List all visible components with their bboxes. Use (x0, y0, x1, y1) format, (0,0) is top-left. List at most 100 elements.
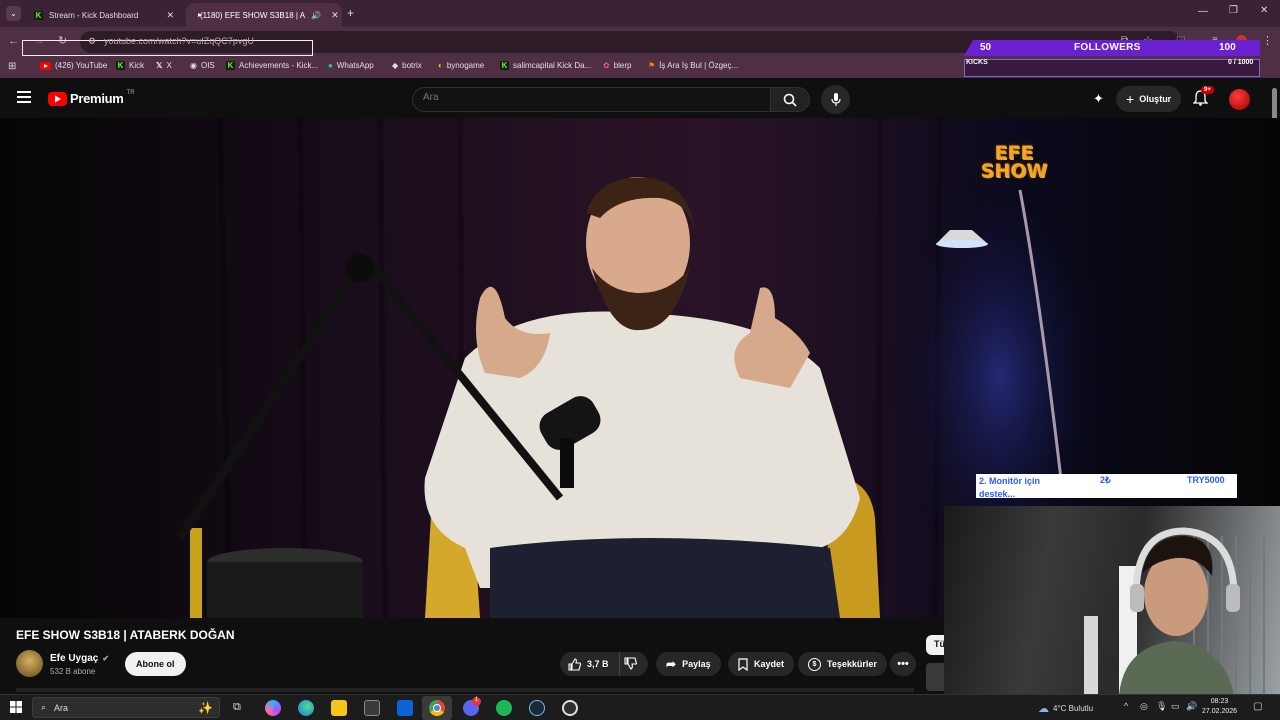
search-box[interactable] (412, 87, 770, 112)
webcam-feed (1084, 527, 1265, 695)
subscribe-label: Abone ol (136, 659, 175, 669)
bookmark-label: salimcapital Kick Da... (513, 61, 592, 70)
url-text[interactable]: youtube.com/watch?v=uIZqQC7pvgU (104, 36, 254, 46)
new-tab-icon[interactable]: + (347, 6, 354, 20)
donation-text: 2. Monitör için destek... (979, 476, 1041, 499)
tab-youtube-video[interactable]: (1180) EFE SHOW S3B18 | A 🔊 ✕ (186, 3, 342, 27)
bookmark-icon (738, 657, 748, 671)
kicks-progress-text: 0 / 1000 (1228, 59, 1254, 66)
search-input[interactable] (423, 92, 753, 103)
globe-icon: ◉ (190, 61, 197, 70)
games-icon[interactable]: ✦ (1093, 91, 1104, 107)
like-count: 3,7 B (587, 659, 609, 669)
clock[interactable]: 08:23 27.02.2026 (1202, 697, 1237, 717)
followers-goal: 100 (1219, 42, 1236, 53)
speaker-icon[interactable]: 🔊 (311, 11, 321, 20)
watermark-line2: SHOW (980, 160, 1048, 183)
youtube-icon (40, 61, 51, 70)
maximize-icon[interactable]: ❐ (1229, 5, 1238, 16)
copilot-icon[interactable] (265, 700, 281, 716)
bookmark-kick[interactable]: K Kick (116, 61, 144, 70)
tab-close-icon[interactable]: ✕ (166, 10, 174, 21)
chrome-menu-icon[interactable]: ⋮ (1262, 34, 1273, 47)
weather-text: 4°C Bulutlu (1053, 704, 1094, 713)
related-thumbnail[interactable] (926, 663, 944, 691)
bookmark-label: Achievements - Kick... (239, 61, 319, 70)
spotify-icon[interactable] (496, 700, 512, 716)
save-button[interactable]: Kaydet (728, 652, 795, 676)
account-avatar[interactable] (1229, 89, 1250, 110)
tray-app-icon[interactable]: ◎ (1140, 701, 1148, 712)
youtube-premium-logo[interactable]: Premium TR (48, 89, 135, 106)
create-button[interactable]: + Oluştur (1116, 86, 1182, 112)
file-explorer-icon[interactable] (331, 700, 347, 716)
microphone-tray-icon[interactable]: 🎙 (1156, 701, 1167, 712)
like-button[interactable]: 3,7 B (560, 652, 620, 676)
more-actions-button[interactable]: ••• (890, 652, 916, 676)
channel-avatar[interactable] (16, 650, 43, 677)
edge-icon[interactable] (298, 700, 314, 716)
botrix-icon: ◆ (392, 61, 399, 70)
subscribe-button[interactable]: Abone ol (125, 652, 186, 676)
site-info-icon[interactable]: ⚙ (88, 36, 96, 47)
bookmark-label: WhatsApp (336, 61, 374, 70)
logo-region: TR (126, 89, 135, 96)
bookmark-botrix[interactable]: ◆ botrix (392, 61, 422, 70)
obs-icon[interactable] (562, 700, 578, 716)
dislike-button[interactable] (624, 657, 637, 670)
chrome-taskbar-active[interactable] (422, 696, 452, 720)
back-icon[interactable]: ← (8, 35, 19, 47)
discord-icon[interactable]: 1 (463, 697, 481, 716)
kick-icon: K (500, 61, 509, 70)
bookmark-salimcapital[interactable]: Ksalimcapital Kick Da... (500, 61, 591, 70)
outlook-icon[interactable] (397, 700, 413, 716)
windows-start-icon[interactable] (10, 701, 22, 713)
bookmark-isara[interactable]: ⚑ İş Ara İş Bul | Özgeç... (648, 61, 738, 70)
clock-date: 27.02.2026 (1202, 708, 1238, 715)
super-thanks-icon: $ (808, 657, 821, 671)
bookmark-label: OIS (200, 61, 215, 70)
bookmark-whatsapp[interactable]: ● WhatsApp (328, 61, 374, 70)
tab-search-chevron-icon[interactable]: ⌄ (6, 6, 21, 21)
apps-grid-icon[interactable]: ⊞ (8, 61, 16, 72)
notification-badge: 9+ (1201, 86, 1214, 94)
bookmark-x[interactable]: 𝕏X (156, 61, 172, 70)
taskbar-search-box[interactable]: ⌕ Ara ✨ (32, 697, 220, 718)
close-window-icon[interactable]: ✕ (1260, 5, 1268, 16)
hamburger-menu-icon[interactable] (17, 91, 31, 103)
steam-icon[interactable] (529, 700, 545, 716)
network-icon[interactable]: ▭ (1171, 701, 1180, 712)
tab-kick-dashboard[interactable]: K Stream - Kick Dashboard ✕ (26, 3, 182, 27)
windows-taskbar: ⌕ Ara ✨ ⧉ 1 ☁ 4°C Bulutlu ^ ◎ 🎙 ▭ 🔊 08:2… (0, 694, 1280, 720)
bookmark-blerp[interactable]: ✿ blerp (603, 61, 632, 70)
x-icon: 𝕏 (156, 61, 163, 70)
notifications-button[interactable]: 9+ (1193, 86, 1214, 106)
thanks-button[interactable]: $ Teşekkürler (798, 652, 887, 676)
minimize-icon[interactable]: — (1198, 6, 1208, 17)
taskbar-search-placeholder: Ara (54, 702, 69, 713)
share-arrow-icon: ➦ (666, 657, 677, 671)
tab-label: (1180) EFE SHOW S3B18 | A (200, 10, 306, 20)
notification-center-icon[interactable]: ▢ (1253, 701, 1262, 712)
store-icon[interactable] (364, 700, 380, 716)
weather-widget[interactable]: ☁ 4°C Bulutlu (1038, 702, 1093, 715)
search-button[interactable] (770, 87, 810, 112)
bookmark-youtube[interactable]: (426) YouTube (40, 61, 107, 70)
tab-close-icon[interactable]: ✕ (331, 10, 339, 21)
bookmark-achievements[interactable]: K Achievements - Kick... (226, 61, 318, 70)
bynogame-icon: ◐ (438, 61, 443, 70)
volume-icon[interactable]: 🔊 (1186, 701, 1197, 712)
channel-name-row[interactable]: Efe Uygaç ✔ (50, 653, 109, 664)
bookmark-ois[interactable]: ◉ OIS (190, 61, 215, 70)
description-box[interactable] (16, 688, 914, 692)
bookmark-label: Kick (129, 61, 145, 70)
bookmark-bynogame[interactable]: ◐ bynogame (438, 61, 484, 70)
task-view-icon[interactable]: ⧉ (233, 701, 241, 714)
kick-icon: K (226, 61, 235, 70)
thumbs-down-icon (624, 657, 637, 670)
tray-chevron-icon[interactable]: ^ (1124, 701, 1128, 711)
bookmark-label: bynogame (446, 61, 485, 70)
more-horizontal-icon: ••• (897, 658, 909, 670)
share-button[interactable]: ➦ Paylaş (656, 652, 721, 676)
voice-search-button[interactable] (821, 85, 850, 114)
